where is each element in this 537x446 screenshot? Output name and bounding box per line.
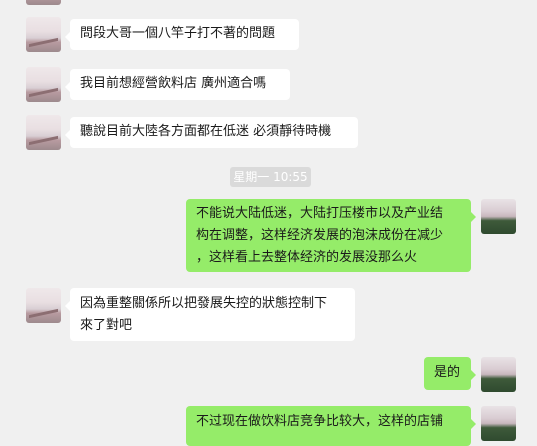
message-bubble-incoming[interactable]: 聽說目前大陸各方面都在低迷 必須靜待時機	[65, 117, 358, 148]
timestamp-divider: 星期一 10:55	[230, 167, 311, 187]
message-text-line: 构在调整，这样经济发展的泡沫成份在减少	[196, 228, 444, 243]
avatar[interactable]	[481, 357, 516, 392]
message-text-line: 因為重整關係所以把發展失控的狀態控制下	[80, 296, 328, 311]
avatar[interactable]	[26, 17, 61, 52]
message-text: 不过现在做饮料店竞争比较大，这样的店铺	[196, 414, 444, 429]
message-text-line: 來了對吧	[80, 318, 133, 333]
message-text: 聽說目前大陸各方面都在低迷 必須靜待時機	[80, 124, 332, 139]
message-bubble-incoming[interactable]: 我目前想經營飲料店 廣州適合嗎	[65, 69, 290, 100]
avatar[interactable]	[26, 288, 61, 323]
message-text-line: ，这样看上去整体经济的发展没那么火	[196, 250, 418, 265]
message-bubble-outgoing[interactable]: 是的	[424, 357, 476, 390]
avatar[interactable]	[26, 67, 61, 102]
avatar[interactable]	[26, 115, 61, 150]
message-bubble-outgoing[interactable]: 不过现在做饮料店竞争比较大，这样的店铺	[186, 406, 476, 446]
message-bubble-incoming[interactable]: 問段大哥一個八竿子打不著的問題	[65, 19, 299, 50]
avatar[interactable]	[26, 0, 61, 5]
message-text: 我目前想經營飲料店 廣州適合嗎	[80, 76, 267, 91]
message-bubble-outgoing[interactable]: 不能说大陆低迷，大陆打压楼市以及产业结 构在调整，这样经济发展的泡沫成份在减少 …	[186, 199, 476, 272]
avatar[interactable]	[481, 406, 516, 441]
message-text-line: 不能说大陆低迷，大陆打压楼市以及产业结	[196, 206, 444, 221]
message-text: 是的	[434, 365, 461, 380]
message-bubble-incoming[interactable]: 因為重整關係所以把發展失控的狀態控制下 來了對吧	[65, 288, 355, 341]
message-text: 問段大哥一個八竿子打不著的問題	[80, 26, 276, 41]
avatar[interactable]	[481, 199, 516, 234]
